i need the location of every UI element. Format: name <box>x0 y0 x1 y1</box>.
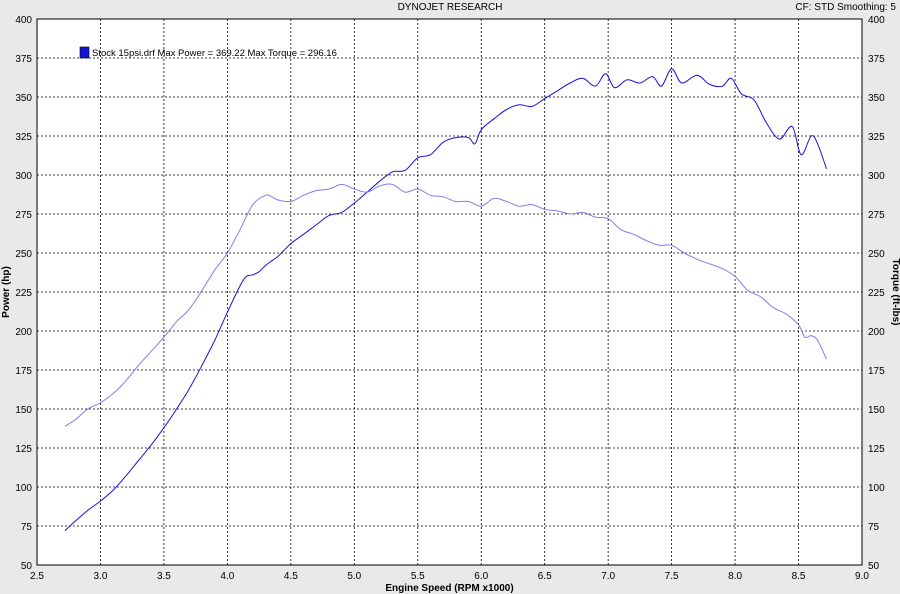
x-axis-label: Engine Speed (RPM x1000) <box>385 583 513 594</box>
y-tick-label: 300 <box>15 171 32 182</box>
legend: Stock 15psi.drf Max Power = 369.22 Max T… <box>79 46 337 59</box>
y2-tick-label: 125 <box>868 444 885 455</box>
y-tick-label: 375 <box>15 54 32 65</box>
y2-tick-label: 400 <box>868 15 885 26</box>
x-tick-label: 7.0 <box>601 571 615 582</box>
x-tick-label: 7.5 <box>665 571 679 582</box>
y2-tick-label: 275 <box>868 210 885 221</box>
y-tick-label: 250 <box>15 249 32 260</box>
y-tick-label: 200 <box>15 327 32 338</box>
y2-tick-label: 150 <box>868 405 885 416</box>
x-tick-label: 5.0 <box>347 571 361 582</box>
y2-tick-label: 350 <box>868 93 885 104</box>
x-tick-label: 8.5 <box>792 571 806 582</box>
y2-tick-label: 325 <box>868 132 885 143</box>
legend-swatch <box>79 46 90 59</box>
legend-label: Stock 15psi.drf Max Power = 369.22 Max T… <box>92 48 337 59</box>
y-tick-label: 50 <box>21 561 33 572</box>
y2-tick-label: 375 <box>868 54 885 65</box>
y2-tick-label: 175 <box>868 366 885 377</box>
y2-tick-label: 100 <box>868 483 885 494</box>
y2-tick-label: 50 <box>868 561 880 572</box>
x-tick-label: 2.5 <box>30 571 44 582</box>
x-tick-label: 4.0 <box>220 571 234 582</box>
x-tick-label: 6.0 <box>474 571 488 582</box>
dyno-plot: 2.5 3.0 3.5 4.0 4.5 5.0 5.5 6.0 6.5 7.0 7.5 8.0 8.5 9… <box>1 15 900 594</box>
x-tick-label: 9.0 <box>855 571 869 582</box>
y-tick-label: 400 <box>15 15 32 26</box>
y-axis-label: Power (hp) <box>1 266 12 318</box>
y-tick-label: 125 <box>15 444 32 455</box>
y-tick-label: 75 <box>21 522 33 533</box>
y2-tick-label: 200 <box>868 327 885 338</box>
y-tick-label: 150 <box>15 405 32 416</box>
y-tick-label: 175 <box>15 366 32 377</box>
y2-tick-label: 225 <box>868 288 885 299</box>
y-tick-label: 275 <box>15 210 32 221</box>
y2-tick-label: 75 <box>868 522 880 533</box>
x-tick-label: 4.5 <box>284 571 298 582</box>
y2-tick-label: 300 <box>868 171 885 182</box>
x-tick-label: 6.5 <box>538 571 552 582</box>
x-tick-label: 3.5 <box>157 571 171 582</box>
y2-axis-label: Torque (ft-lbs) <box>890 258 900 325</box>
x-tick-label: 3.0 <box>94 571 108 582</box>
y-tick-label: 225 <box>15 288 32 299</box>
dyno-chart-window: DYNOJET RESEARCH CF: STD Smoothing: 5 2.… <box>0 0 900 594</box>
y-tick-label: 350 <box>15 93 32 104</box>
y2-tick-label: 250 <box>868 249 885 260</box>
y-tick-label: 325 <box>15 132 32 143</box>
y-tick-label: 100 <box>15 483 32 494</box>
x-tick-label: 5.5 <box>411 571 425 582</box>
x-tick-label: 8.0 <box>728 571 742 582</box>
